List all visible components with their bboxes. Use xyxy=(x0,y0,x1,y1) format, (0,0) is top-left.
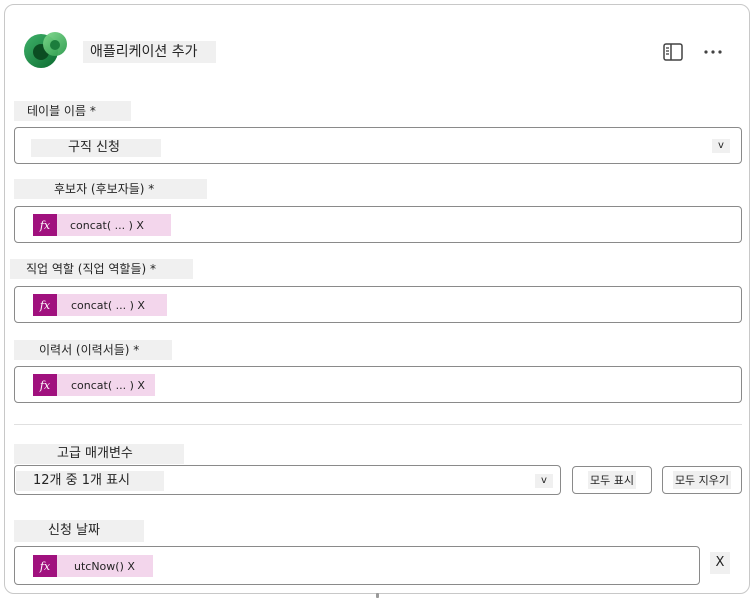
table-name-label: 테이블 이름 * xyxy=(14,101,131,121)
show-all-label: 모두 표시 xyxy=(588,471,636,489)
fx-icon: fx xyxy=(33,214,57,236)
section-divider xyxy=(14,424,742,425)
apply-date-label: 신청 날짜 xyxy=(14,520,144,542)
resume-label: 이력서 (이력서들) * xyxy=(14,340,172,360)
job-role-label: 직업 역할 (직업 역할들) * xyxy=(10,259,193,279)
formula-chip[interactable]: fx concat( ... ) X xyxy=(33,374,155,396)
resize-handle[interactable] xyxy=(376,593,379,598)
advanced-parameters-label: 고급 매개변수 xyxy=(14,444,184,464)
more-options-icon[interactable] xyxy=(701,40,725,64)
page-title: 애플리케이션 추가 xyxy=(83,41,216,63)
formula-text: utcNow() X xyxy=(74,559,135,573)
remove-parameter-button[interactable]: X xyxy=(710,552,730,574)
dynamics-logo-icon xyxy=(24,32,67,68)
show-all-button[interactable]: 모두 표시 xyxy=(572,466,652,494)
resume-field[interactable]: fx concat( ... ) X xyxy=(14,366,742,403)
job-role-field[interactable]: fx concat( ... ) X xyxy=(14,286,742,323)
fx-icon: fx xyxy=(33,294,57,316)
apply-date-field[interactable]: fx utcNow() X xyxy=(14,546,700,585)
formula-text: concat( ... ) X xyxy=(71,298,145,312)
formula-text: concat( ... ) X xyxy=(70,218,144,232)
side-panel-icon[interactable] xyxy=(661,40,685,64)
advanced-parameters-select[interactable]: 12개 중 1개 표시 v xyxy=(14,465,561,495)
table-name-select[interactable]: 구직 신청 v xyxy=(14,127,742,164)
chevron-down-icon[interactable]: v xyxy=(535,474,553,488)
fx-icon: fx xyxy=(33,374,57,396)
candidate-field[interactable]: fx concat( ... ) X xyxy=(14,206,742,243)
formula-chip[interactable]: fx concat( ... ) X xyxy=(33,294,167,316)
fx-icon: fx xyxy=(33,555,57,577)
formula-chip[interactable]: fx concat( ... ) X xyxy=(33,214,171,236)
chevron-down-icon[interactable]: v xyxy=(712,139,730,153)
table-name-value: 구직 신청 xyxy=(31,139,161,157)
formula-chip[interactable]: fx utcNow() X xyxy=(33,555,153,577)
candidate-label: 후보자 (후보자들) * xyxy=(14,179,207,199)
formula-text: concat( ... ) X xyxy=(71,378,145,392)
clear-all-button[interactable]: 모두 지우기 xyxy=(662,466,742,494)
clear-all-label: 모두 지우기 xyxy=(672,471,732,489)
advanced-select-value: 12개 중 1개 표시 xyxy=(16,471,164,491)
